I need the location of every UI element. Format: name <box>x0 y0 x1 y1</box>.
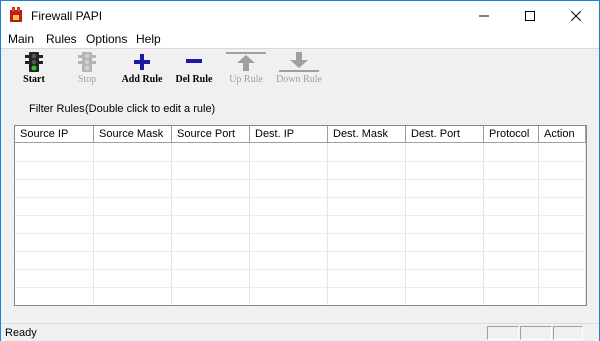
maximize-icon <box>525 10 535 21</box>
down-arrow-icon <box>279 52 319 72</box>
grid-column-line <box>171 143 172 305</box>
grid-row-line <box>15 269 586 270</box>
grid-column-line <box>585 143 586 305</box>
column-header-action[interactable]: Action <box>539 126 586 143</box>
up-rule-button[interactable]: Up Rule <box>224 51 268 89</box>
grid-column-line <box>249 143 250 305</box>
down-rule-button[interactable]: Down Rule <box>275 51 323 89</box>
minus-icon <box>186 59 202 63</box>
grid-row-line <box>15 251 586 252</box>
grid-column-line <box>93 143 94 305</box>
minimize-button[interactable] <box>461 1 507 30</box>
menu-options[interactable]: Options <box>86 32 127 46</box>
add-rule-label: Add Rule <box>121 74 163 85</box>
add-rule-button[interactable]: Add Rule <box>120 51 164 89</box>
menu-main[interactable]: Main <box>8 32 34 46</box>
filter-rules-hint: (Double click to edit a rule) <box>85 103 216 115</box>
grid-column-line <box>327 143 328 305</box>
column-header-dest-port[interactable]: Dest. Port <box>406 126 484 143</box>
grid-column-line <box>538 143 539 305</box>
grid-row-line <box>15 179 586 180</box>
status-panel <box>553 326 583 340</box>
start-label: Start <box>23 74 45 85</box>
status-bar: Ready <box>1 323 599 341</box>
grid-column-line <box>405 143 406 305</box>
status-text: Ready <box>5 327 37 339</box>
menu-help[interactable]: Help <box>136 32 161 46</box>
grid-row-line <box>15 197 586 198</box>
menu-bar: Main Rules Options Help <box>1 30 599 48</box>
grid-row-line <box>15 287 586 288</box>
del-rule-button[interactable]: Del Rule <box>172 51 216 89</box>
del-rule-label: Del Rule <box>175 74 213 85</box>
column-header-source-mask[interactable]: Source Mask <box>94 126 172 143</box>
grid-row-line <box>15 233 586 234</box>
app-window: Firewall PAPI Main Rules Options Help St <box>0 0 600 341</box>
column-header-source-ip[interactable]: Source IP <box>15 126 94 143</box>
up-arrow-icon <box>226 52 266 71</box>
toolbar: Start Stop Add Rule Del Rule Up Rule Dow… <box>1 48 599 90</box>
column-header-source-port[interactable]: Source Port <box>172 126 250 143</box>
status-panel <box>487 326 519 340</box>
column-header-dest-mask[interactable]: Dest. Mask <box>328 126 406 143</box>
traffic-light-green-icon <box>25 52 43 72</box>
down-rule-label: Down Rule <box>276 74 322 85</box>
menu-rules[interactable]: Rules <box>46 32 77 46</box>
traffic-light-disabled-icon <box>78 52 96 72</box>
minimize-icon <box>479 15 489 16</box>
up-rule-label: Up Rule <box>229 74 263 85</box>
status-panel <box>520 326 552 340</box>
window-title: Firewall PAPI <box>31 9 103 23</box>
filter-rules-label: Filter Rules <box>29 103 85 115</box>
filter-rules-table[interactable]: Source IP Source Mask Source Port Dest. … <box>14 125 587 306</box>
plus-icon <box>134 54 150 70</box>
stop-label: Stop <box>77 74 97 85</box>
table-header: Source IP Source Mask Source Port Dest. … <box>15 126 586 143</box>
maximize-button[interactable] <box>507 1 553 30</box>
stop-button[interactable]: Stop <box>69 51 105 89</box>
grid-row-line <box>15 161 586 162</box>
title-bar[interactable]: Firewall PAPI <box>1 1 599 30</box>
grid-column-line <box>483 143 484 305</box>
grid-row-line <box>15 215 586 216</box>
grid-row-line <box>15 305 586 306</box>
firewall-app-icon <box>10 7 22 22</box>
close-button[interactable] <box>553 1 599 30</box>
column-header-protocol[interactable]: Protocol <box>484 126 539 143</box>
column-header-dest-ip[interactable]: Dest. IP <box>250 126 328 143</box>
close-icon <box>571 10 581 21</box>
start-button[interactable]: Start <box>16 51 52 89</box>
